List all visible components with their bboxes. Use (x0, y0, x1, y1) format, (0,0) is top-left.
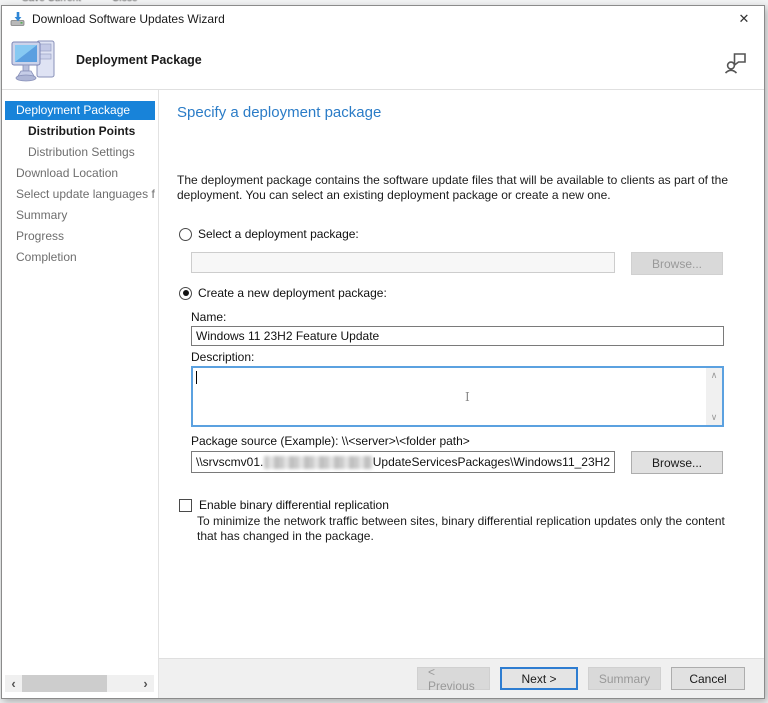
name-label: Name: (191, 310, 746, 324)
text-caret (196, 371, 197, 384)
next-button[interactable]: Next > (500, 667, 578, 690)
create-new-label: Create a new deployment package: (198, 286, 387, 300)
title-bar[interactable]: Download Software Updates Wizard ✕ (2, 6, 764, 31)
scrollbar-thumb[interactable] (22, 675, 107, 692)
existing-package-browse-button: Browse... (631, 252, 723, 275)
wizard-footer: < Previous Next > Summary Cancel (159, 658, 764, 698)
bdr-help-text: To minimize the network traffic between … (197, 514, 743, 544)
sidebar-item-distribution-settings[interactable]: Distribution Settings (5, 143, 155, 162)
redacted-text-blur (264, 456, 371, 469)
summary-button: Summary (588, 667, 661, 690)
name-value: Windows 11 23H2 Feature Update (196, 329, 379, 343)
scroll-right-icon[interactable]: › (137, 675, 154, 692)
wizard-body: Deployment Package Distribution Points D… (2, 90, 764, 698)
page-content: Specify a deployment package The deploym… (159, 90, 764, 658)
description-text-area[interactable]: I (193, 368, 706, 425)
bdr-label: Enable binary differential replication (199, 498, 389, 512)
select-existing-radio-row[interactable]: Select a deployment package: (179, 227, 746, 241)
description-input[interactable]: I ∧ ∨ (191, 366, 724, 427)
package-source-prefix: \\srvscmv01. (196, 455, 263, 469)
scroll-down-icon[interactable]: ∨ (711, 410, 718, 425)
sidebar-item-completion[interactable]: Completion (5, 248, 155, 267)
window-title: Download Software Updates Wizard (32, 12, 724, 26)
create-new-radio-row[interactable]: Create a new deployment package: (179, 286, 746, 300)
package-source-input[interactable]: \\srvscmv01. UpdateServicesPackages\Wind… (191, 451, 615, 473)
background-text-fragment: Close (112, 0, 138, 4)
sidebar-item-distribution-points[interactable]: Distribution Points (5, 122, 155, 141)
page-title: Deployment Package (76, 53, 202, 67)
new-package-group: Name: Windows 11 23H2 Feature Update Des… (191, 310, 746, 544)
existing-package-input (191, 252, 615, 273)
package-source-browse-button[interactable]: Browse... (631, 451, 723, 474)
sidebar-horizontal-scrollbar[interactable]: ‹ › (5, 675, 154, 692)
bdr-checkbox-row[interactable]: Enable binary differential replication (179, 498, 746, 512)
description-label: Description: (191, 350, 746, 364)
scroll-up-icon[interactable]: ∧ (711, 368, 718, 383)
package-source-suffix: UpdateServicesPackages\Windows11_23H2 (373, 455, 610, 469)
bdr-checkbox[interactable] (179, 499, 192, 512)
sidebar-item-select-update-languages[interactable]: Select update languages for (5, 185, 155, 204)
scroll-left-icon[interactable]: ‹ (5, 675, 22, 692)
sidebar-item-download-location[interactable]: Download Location (5, 164, 155, 183)
page-heading: Specify a deployment package (177, 104, 746, 121)
close-icon: ✕ (739, 11, 750, 27)
name-input[interactable]: Windows 11 23H2 Feature Update (191, 326, 724, 346)
wizard-header: Deployment Package (2, 31, 764, 90)
package-source-row: \\srvscmv01. UpdateServicesPackages\Wind… (191, 451, 746, 474)
download-software-updates-wizard-dialog: Download Software Updates Wizard ✕ Deplo… (1, 5, 765, 699)
wizard-download-icon (10, 11, 26, 27)
intro-text: The deployment package contains the soft… (177, 173, 743, 203)
background-text-fragment: Save Current (22, 0, 81, 4)
computer-icon (10, 35, 62, 92)
sidebar-item-deployment-package[interactable]: Deployment Package (5, 101, 155, 120)
existing-package-row: Browse... (191, 252, 746, 275)
sidebar-item-summary[interactable]: Summary (5, 206, 155, 225)
wizard-page: Specify a deployment package The deploym… (159, 90, 764, 698)
create-new-radio[interactable] (179, 287, 192, 300)
wizard-step-sidebar: Deployment Package Distribution Points D… (2, 90, 159, 698)
cancel-button[interactable]: Cancel (671, 667, 745, 690)
scrollbar-track[interactable] (22, 675, 137, 692)
sidebar-item-progress[interactable]: Progress (5, 227, 155, 246)
description-vertical-scrollbar[interactable]: ∧ ∨ (706, 368, 722, 425)
select-existing-label: Select a deployment package: (198, 227, 359, 241)
select-existing-radio[interactable] (179, 228, 192, 241)
feedback-icon[interactable] (724, 51, 748, 80)
package-source-label: Package source (Example): \\<server>\<fo… (191, 434, 746, 448)
close-button[interactable]: ✕ (724, 6, 764, 31)
ibeam-cursor-icon: I (465, 390, 470, 404)
previous-button: < Previous (417, 667, 490, 690)
